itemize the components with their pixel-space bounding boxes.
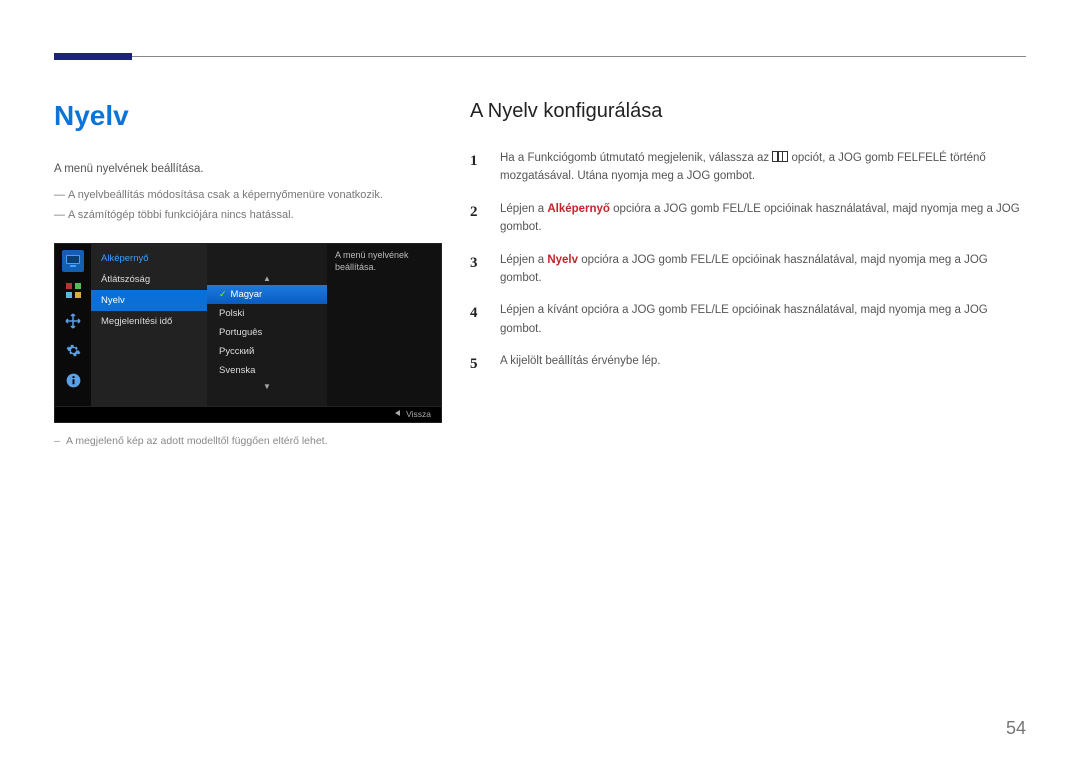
back-label: Vissza	[406, 409, 431, 419]
step-4: 4 Lépjen a kívánt opcióra a JOG gomb FEL…	[470, 301, 1026, 338]
strong-text: Nyelv	[547, 254, 578, 266]
osd-option: Русский	[207, 342, 327, 361]
gear-icon	[62, 340, 84, 362]
osd-mockup: Alképernyő Átlátszóság Nyelv Megjeleníté…	[54, 243, 442, 423]
osd-body: Alképernyő Átlátszóság Nyelv Megjeleníté…	[55, 244, 441, 406]
note-2: A számítógép többi funkciójára nincs hat…	[54, 206, 442, 225]
step-text: Ha a Funkciógomb útmutató megjelenik, vá…	[500, 149, 1026, 186]
right-column: A Nyelv konfigurálása 1 Ha a Funkciógomb…	[470, 100, 1026, 447]
intro-text: A menü nyelvének beállítása.	[54, 160, 442, 180]
image-caption: A megjelenő kép az adott modelltől függő…	[54, 435, 442, 447]
step-2: 2 Lépjen a Alképernyő opcióra a JOG gomb…	[470, 200, 1026, 237]
step-number: 4	[470, 301, 484, 338]
step-number: 1	[470, 149, 484, 186]
chevron-up-icon: ▲	[207, 272, 327, 285]
section-title: Nyelv	[54, 100, 442, 132]
text: Lépjen a	[500, 203, 547, 215]
text: Ha a Funkciógomb útmutató megjelenik, vá…	[500, 152, 772, 164]
step-text: Lépjen a Nyelv opcióra a JOG gomb FEL/LE…	[500, 251, 1026, 288]
left-column: Nyelv A menü nyelvének beállítása. A nye…	[54, 100, 442, 447]
text: Lépjen a	[500, 254, 547, 266]
header-divider	[54, 56, 1026, 57]
osd-category: Alképernyő	[91, 248, 207, 269]
osd-menu-item-selected: Nyelv	[91, 290, 207, 311]
header-accent	[54, 53, 132, 60]
step-1: 1 Ha a Funkciógomb útmutató megjelenik, …	[470, 149, 1026, 186]
menu-icon	[772, 151, 788, 162]
step-text: Lépjen a kívánt opcióra a JOG gomb FEL/L…	[500, 301, 1026, 338]
step-number: 5	[470, 352, 484, 376]
strong-text: Alképernyő	[547, 203, 610, 215]
osd-menu-item: Megjelenítési idő	[91, 311, 207, 332]
osd-option: Polski	[207, 304, 327, 323]
osd-iconbar	[55, 244, 91, 406]
step-number: 2	[470, 200, 484, 237]
page-content: Nyelv A menü nyelvének beállítása. A nye…	[0, 0, 1080, 447]
back-arrow-icon	[395, 410, 400, 416]
step-text: A kijelölt beállítás érvénybe lép.	[500, 352, 660, 376]
step-5: 5 A kijelölt beállítás érvénybe lép.	[470, 352, 1026, 376]
step-3: 3 Lépjen a Nyelv opcióra a JOG gomb FEL/…	[470, 251, 1026, 288]
osd-submenu: ▲ Magyar Polski Português Русский Svensk…	[207, 244, 327, 406]
monitor-icon	[62, 250, 84, 272]
note-1: A nyelvbeállítás módosítása csak a képer…	[54, 186, 442, 205]
osd-footer: Vissza	[55, 406, 441, 422]
chevron-down-icon: ▼	[207, 380, 327, 393]
subsection-title: A Nyelv konfigurálása	[470, 100, 1026, 123]
step-number: 3	[470, 251, 484, 288]
osd-menu-item: Átlátszóság	[91, 269, 207, 290]
pip-icon	[62, 280, 84, 302]
position-icon	[62, 310, 84, 332]
osd-option: Português	[207, 323, 327, 342]
osd-option-selected: Magyar	[207, 285, 327, 304]
page-number: 54	[1006, 718, 1026, 739]
osd-menu: Alképernyő Átlátszóság Nyelv Megjeleníté…	[91, 244, 207, 406]
osd-option: Svenska	[207, 361, 327, 380]
info-icon	[62, 370, 84, 392]
step-text: Lépjen a Alképernyő opcióra a JOG gomb F…	[500, 200, 1026, 237]
osd-description: A menü nyelvének beállítása.	[327, 244, 441, 406]
